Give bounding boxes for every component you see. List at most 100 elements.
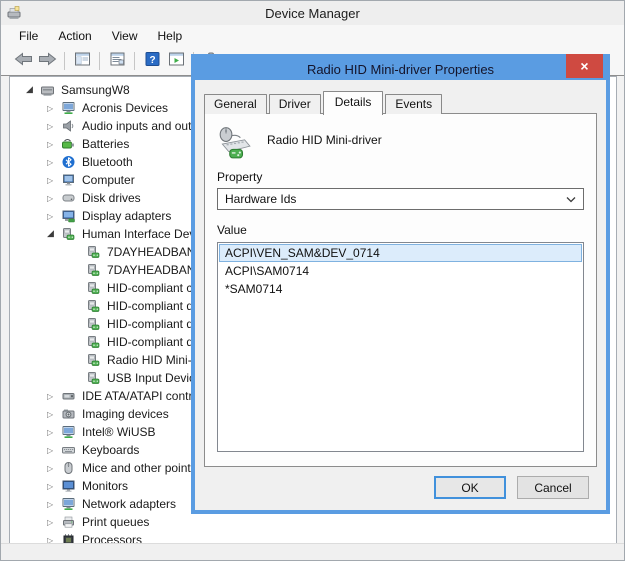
forward-button[interactable] — [35, 50, 59, 72]
expand-icon[interactable]: ▷ — [47, 212, 61, 221]
computer-blue-icon — [61, 173, 77, 187]
property-dropdown[interactable]: Hardware Ids — [217, 188, 584, 210]
device-header: Radio HID Mini-driver — [217, 126, 584, 162]
hid-device-icon — [217, 126, 251, 160]
battery-icon — [61, 137, 77, 151]
properties-button[interactable] — [105, 50, 129, 72]
tab-events[interactable]: Events — [385, 94, 442, 114]
value-label: Value — [217, 223, 584, 237]
expand-icon[interactable]: ▷ — [47, 482, 61, 491]
tree-item-label: SamsungW8 — [61, 83, 130, 97]
hid-icon — [61, 227, 77, 241]
hid-icon — [86, 281, 102, 295]
tree-item-label: Display adapters — [82, 209, 171, 223]
tree-item-label: Monitors — [82, 479, 128, 493]
value-list-item[interactable]: ACPI\VEN_SAM&DEV_0714 — [219, 244, 582, 262]
menu-file[interactable]: File — [9, 26, 48, 46]
tree-item-label: Audio inputs and outp — [82, 119, 198, 133]
ok-button[interactable]: OK — [434, 476, 506, 499]
console-tree-icon — [74, 51, 91, 72]
menu-help[interactable]: Help — [148, 26, 193, 46]
menu-action[interactable]: Action — [48, 26, 101, 46]
monitor-icon — [61, 479, 77, 493]
dialog-title: Radio HID Mini-driver Properties — [307, 62, 494, 77]
expand-icon[interactable]: ▷ — [47, 500, 61, 509]
hid-icon — [86, 371, 102, 385]
tree-item-label: Computer — [82, 173, 135, 187]
cancel-button[interactable]: Cancel — [517, 476, 589, 499]
properties-dialog: Radio HID Mini-driver Properties × Gener… — [191, 54, 610, 514]
expand-icon[interactable]: ▷ — [47, 176, 61, 185]
expand-icon[interactable]: ▷ — [47, 392, 61, 401]
toolbar-separator — [64, 52, 65, 70]
tab-general[interactable]: General — [204, 94, 267, 114]
back-button[interactable] — [11, 50, 35, 72]
details-tab-page: Radio HID Mini-driver Property Hardware … — [204, 113, 597, 467]
console-tree-button[interactable] — [70, 50, 94, 72]
collapse-icon[interactable]: ◢ — [47, 229, 61, 239]
expand-icon[interactable]: ▷ — [47, 140, 61, 149]
window-title: Device Manager — [1, 6, 624, 21]
tree-item-label: Acronis Devices — [82, 101, 168, 115]
menu-view[interactable]: View — [102, 26, 148, 46]
back-icon — [13, 51, 34, 72]
close-icon: × — [580, 58, 588, 74]
tree-item-label: Keyboards — [82, 443, 139, 457]
help-icon: ? — [144, 51, 161, 72]
dialog-title-bar: Radio HID Mini-driver Properties × — [195, 58, 606, 80]
menu-bar: FileActionViewHelp — [1, 25, 624, 47]
disk-icon — [61, 191, 77, 205]
expand-icon[interactable]: ▷ — [47, 464, 61, 473]
printer-icon — [61, 515, 77, 529]
help-button[interactable]: ? — [140, 50, 164, 72]
dialog-footer: OK Cancel — [195, 467, 606, 499]
svg-text:?: ? — [149, 55, 155, 66]
tree-item[interactable]: ▷Print queues — [10, 513, 616, 531]
expand-icon[interactable]: ▷ — [47, 158, 61, 167]
speaker-icon — [61, 119, 77, 133]
expand-icon[interactable]: ▷ — [47, 446, 61, 455]
tab-details[interactable]: Details — [323, 91, 384, 115]
hid-icon — [86, 317, 102, 331]
hid-icon — [86, 245, 102, 259]
title-bar: Device Manager — [1, 1, 624, 25]
monitor-net-icon — [61, 101, 77, 115]
properties-icon — [109, 51, 126, 72]
monitor-net-icon — [61, 497, 77, 511]
action-pane-icon — [168, 51, 185, 72]
value-list[interactable]: ACPI\VEN_SAM&DEV_0714ACPI\SAM0714*SAM071… — [217, 242, 584, 452]
expand-icon[interactable]: ▷ — [47, 410, 61, 419]
action-pane-button[interactable] — [164, 50, 188, 72]
hid-icon — [86, 299, 102, 313]
tree-item-label: Mice and other pointin — [82, 461, 200, 475]
toolbar-separator — [134, 52, 135, 70]
value-list-item[interactable]: *SAM0714 — [219, 280, 582, 298]
expand-icon[interactable]: ▷ — [47, 104, 61, 113]
forward-icon — [37, 51, 58, 72]
camera-icon — [61, 407, 77, 421]
expand-icon[interactable]: ▷ — [47, 428, 61, 437]
tab-strip: GeneralDriverDetailsEvents — [204, 90, 597, 114]
tree-item-label: Disk drives — [82, 191, 141, 205]
computer-icon — [40, 83, 56, 97]
expand-icon[interactable]: ▷ — [47, 122, 61, 131]
expand-icon[interactable]: ▷ — [47, 518, 61, 527]
collapse-icon[interactable]: ◢ — [26, 85, 40, 95]
close-button[interactable]: × — [566, 54, 603, 78]
ide-icon — [61, 389, 77, 403]
tree-item-label: Intel® WiUSB — [82, 425, 156, 439]
tree-item-label: Batteries — [82, 137, 129, 151]
bluetooth-icon — [61, 155, 77, 169]
hid-icon — [86, 335, 102, 349]
value-list-item[interactable]: ACPI\SAM0714 — [219, 262, 582, 280]
chevron-down-icon — [566, 192, 576, 206]
keyboard-icon — [61, 443, 77, 457]
display-icon — [61, 209, 77, 223]
device-manager-window: Device Manager FileActionViewHelp ? ◢ Sam… — [0, 0, 625, 561]
toolbar-separator — [99, 52, 100, 70]
tree-item-label: Network adapters — [82, 497, 176, 511]
monitor-net-icon — [61, 425, 77, 439]
tab-driver[interactable]: Driver — [269, 94, 321, 114]
tree-item-label: Human Interface Devic — [82, 227, 204, 241]
expand-icon[interactable]: ▷ — [47, 194, 61, 203]
